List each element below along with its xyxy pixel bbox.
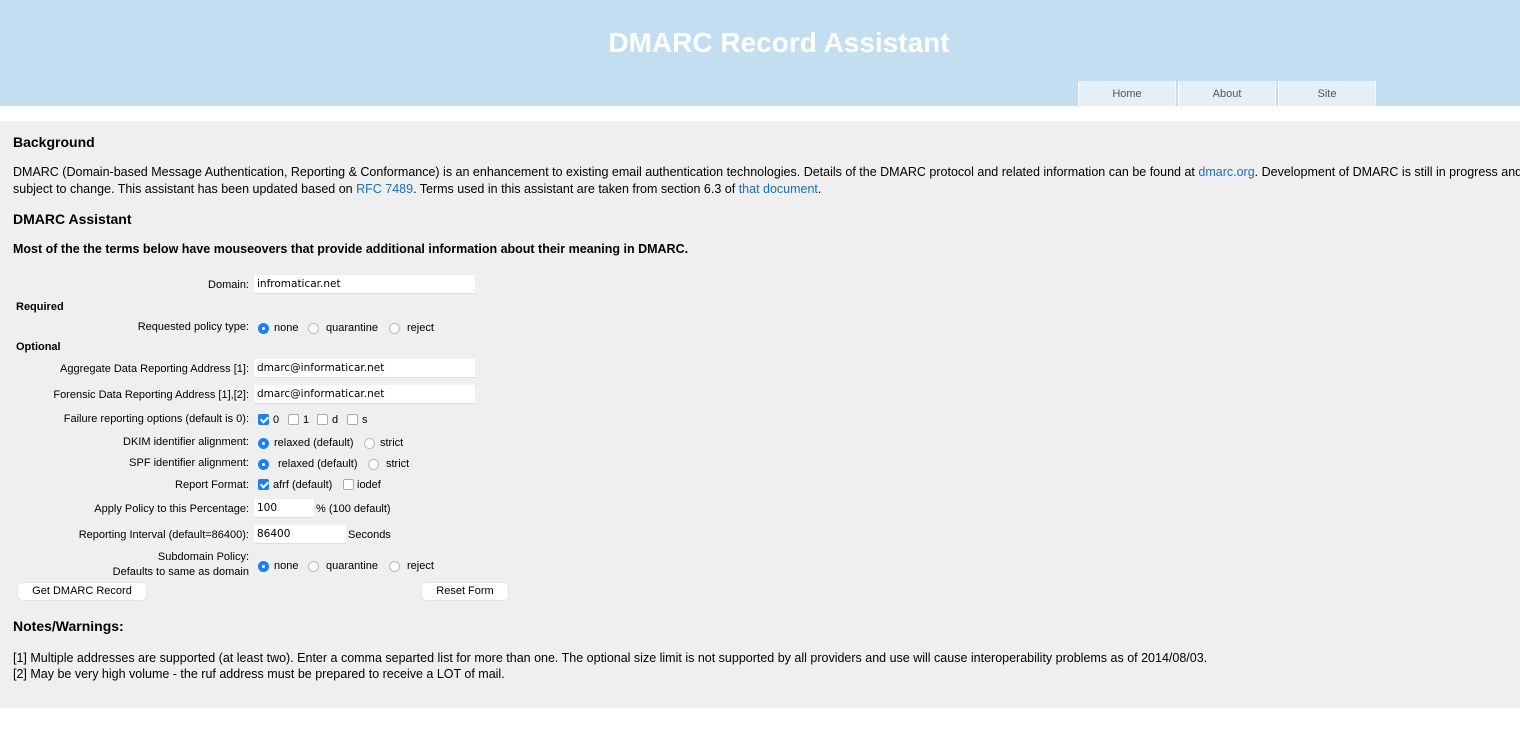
fo-s-checkbox[interactable] [347,414,358,425]
note-1: [1] Multiple addresses are supported (at… [13,651,1208,665]
background-text-3: . Terms used in this assistant are taken… [413,182,739,196]
dkim-alignment-label: DKIM identifier alignment: [123,436,249,448]
rua-input[interactable]: dmarc@informaticar.net [254,359,475,378]
policy-quarantine-label: quarantine [326,322,378,334]
rf-afrf-label: afrf (default) [273,479,333,491]
nav-about[interactable]: About [1178,81,1276,106]
subdomain-policy-label: Subdomain Policy: [157,551,249,563]
fo-s-label: s [362,414,368,426]
subdomain-policy-sublabel: Defaults to same as domain [112,566,249,578]
policy-none-label: none [274,322,299,334]
sp-reject-radio[interactable] [389,561,400,572]
notes-heading: Notes/Warnings: [13,618,124,634]
nav-home[interactable]: Home [1078,81,1176,106]
dkim-strict-label: strict [380,437,404,449]
dmarc-org-link[interactable]: dmarc.org [1198,165,1254,179]
assistant-heading: DMARC Assistant [13,211,132,227]
reporting-interval-label: Reporting Interval (default=86400): [78,529,249,541]
spf-strict-radio[interactable] [368,459,379,470]
reporting-interval-input[interactable]: 86400 [254,525,346,544]
fo-1-checkbox[interactable] [288,414,299,425]
sp-none-label: none [274,560,299,572]
percentage-label: Apply Policy to this Percentage: [94,503,249,515]
rf-iodef-checkbox[interactable] [343,479,354,490]
optional-section-label: Optional [16,341,61,353]
spf-alignment-label: SPF identifier alignment: [129,457,249,469]
get-dmarc-record-button[interactable]: Get DMARC Record [18,583,146,600]
failure-options-label: Failure reporting options (default is 0)… [63,413,249,425]
rfc-7489-link[interactable]: RFC 7489 [356,182,413,196]
policy-label: Requested policy type: [137,321,249,333]
page-title: DMARC Record Assistant [608,27,950,58]
nav-site[interactable]: Site [1278,81,1376,106]
spf-relaxed-radio[interactable] [258,459,269,470]
sp-reject-label: reject [407,560,434,572]
sp-quarantine-radio[interactable] [308,561,319,572]
main-content: Background DMARC (Domain-based Message A… [0,121,1520,708]
rua-label: Aggregate Data Reporting Address [1]: [60,363,249,375]
dkim-relaxed-radio[interactable] [258,438,269,449]
ruf-input[interactable]: dmarc@informaticar.net [254,385,475,404]
percentage-suffix: % (100 default) [316,503,391,515]
fo-d-checkbox[interactable] [317,414,328,425]
that-document-link[interactable]: that document [739,182,818,196]
background-text-4: . [817,182,822,196]
domain-label: Domain: [208,279,249,291]
note-2: [2] May be very high volume - the ruf ad… [13,667,505,681]
rf-afrf-checkbox[interactable] [258,479,269,490]
sp-none-radio[interactable] [258,561,269,572]
background-text-1: DMARC (Domain-based Message Authenticati… [13,165,1199,179]
fo-0-checkbox[interactable] [258,414,269,425]
page-header: DMARC Record Assistant Home About Site [0,0,1520,106]
dkim-strict-radio[interactable] [364,438,375,449]
policy-reject-label: reject [407,322,434,334]
dkim-relaxed-label: relaxed (default) [274,437,354,449]
assistant-subheading: Most of the the terms below have mouseov… [13,242,689,256]
fo-0-label: 0 [273,414,280,426]
policy-reject-radio[interactable] [389,323,400,334]
reporting-interval-suffix: Seconds [348,529,391,541]
background-heading: Background [13,134,95,150]
policy-none-radio[interactable] [258,323,269,334]
rf-iodef-label: iodef [357,479,381,491]
reset-form-button[interactable]: Reset Form [422,583,508,600]
spf-relaxed-label: relaxed (default) [278,458,358,470]
required-section-label: Required [16,301,64,313]
policy-quarantine-radio[interactable] [308,323,319,334]
fo-1-label: 1 [303,414,310,426]
background-paragraph: DMARC (Domain-based Message Authenticati… [13,164,1520,198]
report-format-label: Report Format: [175,479,249,491]
percentage-input[interactable]: 100 [254,499,314,518]
domain-input[interactable]: infromaticar.net [254,275,475,294]
ruf-label: Forensic Data Reporting Address [1],[2]: [53,389,249,401]
sp-quarantine-label: quarantine [326,560,378,572]
spf-strict-label: strict [386,458,410,470]
fo-d-label: d [332,414,339,426]
